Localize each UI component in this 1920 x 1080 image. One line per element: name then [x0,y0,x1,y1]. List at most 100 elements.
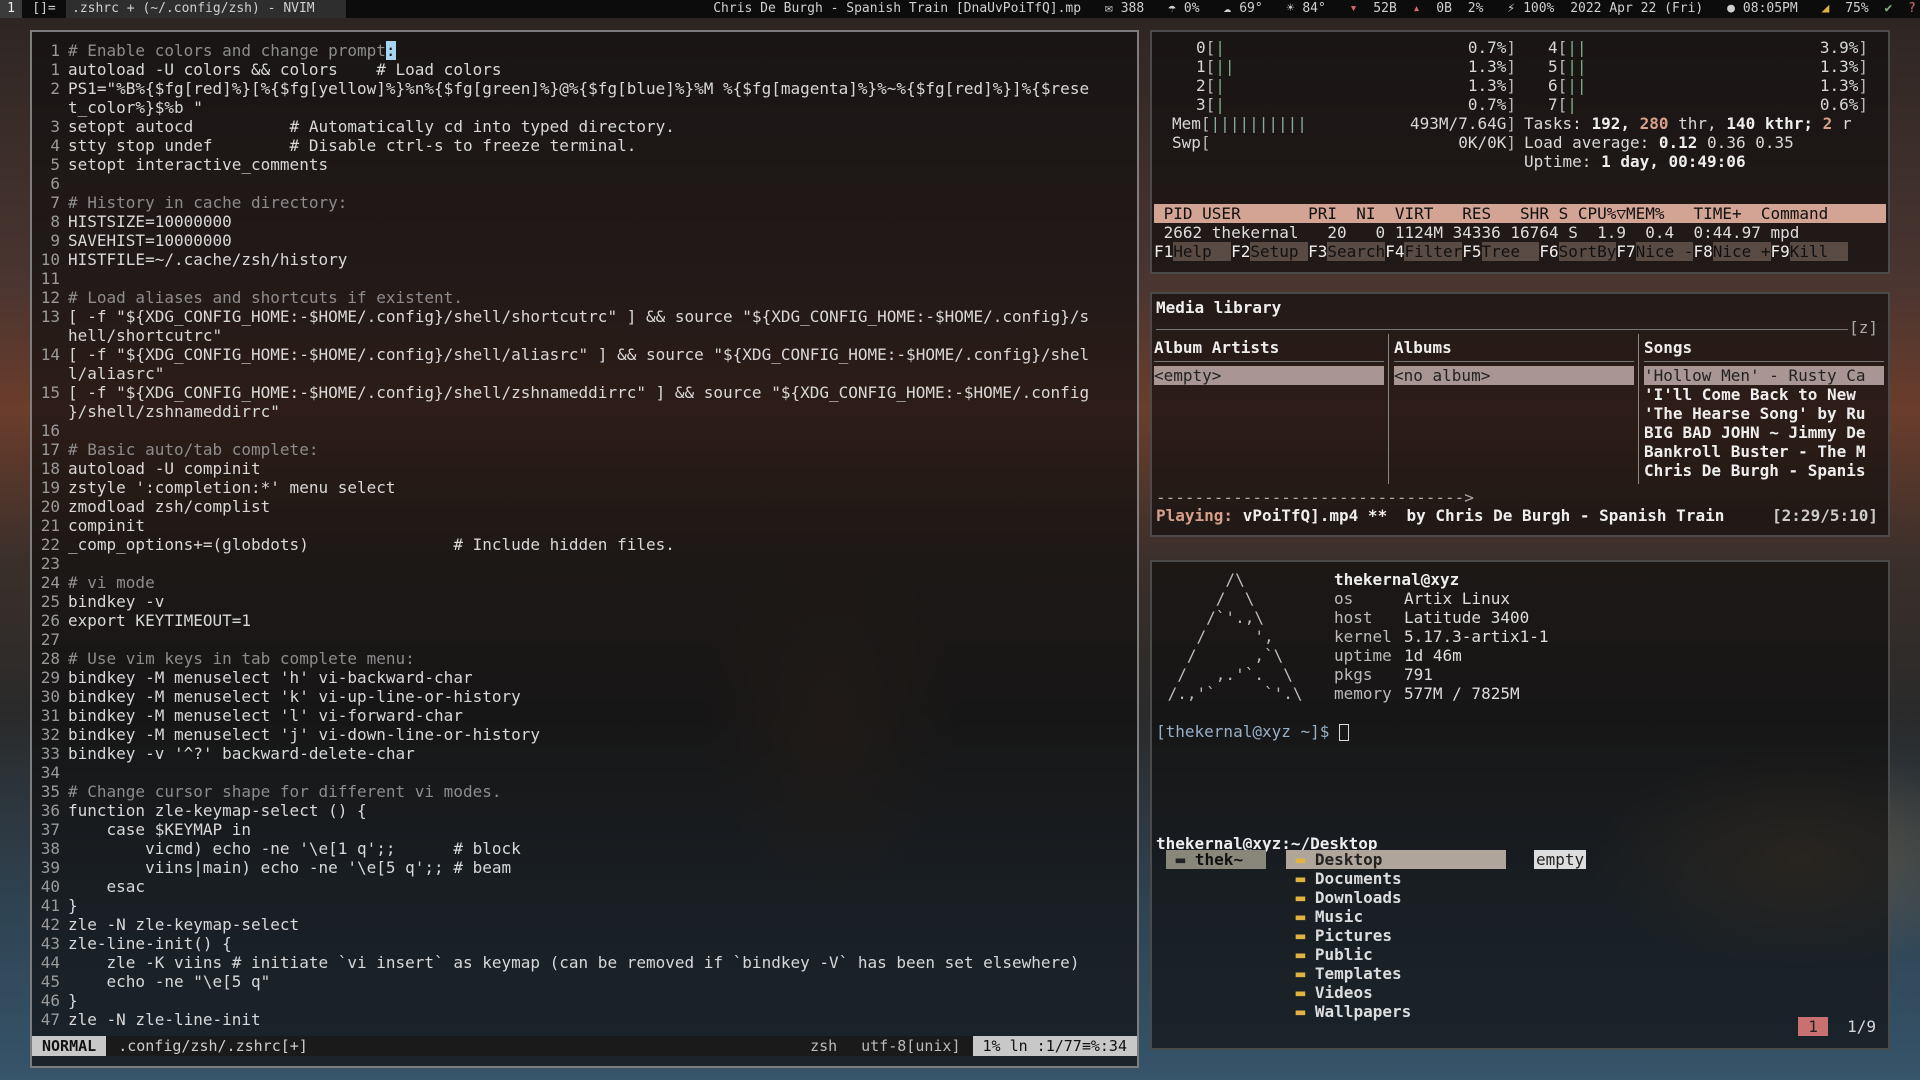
code-line[interactable]: 17 # Basic auto/tab complete: [32,440,1137,459]
function-key-f2[interactable]: F2Setup [1231,242,1309,261]
lf-item[interactable]: ▬ Wallpapers [1286,1002,1506,1021]
song-item[interactable]: Bankroll Buster - The M [1644,442,1884,461]
layout-indicator[interactable]: []= [22,0,66,18]
list-item[interactable]: <empty> [1154,366,1384,385]
code-line[interactable]: 42 zle -N zle-keymap-select [32,915,1137,934]
progress-bar[interactable]: --------------------------------> [1156,488,1474,507]
code-line[interactable]: 27 [32,630,1137,649]
lf-item[interactable]: ▬ Templates [1286,964,1506,983]
code-line[interactable]: 3 setopt autocd # Automatically cd into t… [32,117,1137,136]
function-key-f1[interactable]: F1Help [1154,242,1232,261]
code-line[interactable]: 30 bindkey -M menuselect 'k' vi-up-line-o… [32,687,1137,706]
code-line[interactable]: 1 # Enable colors and change prompt: [32,41,1137,60]
lf-item[interactable]: ▬ Public [1286,945,1506,964]
code-line[interactable]: 43 zle-line-init() { [32,934,1137,953]
code-line[interactable]: }/shell/zshnameddirrc" [32,402,1137,421]
editor-window[interactable]: 1 # Enable colors and change prompt: 1 auto… [30,30,1139,1068]
code-line[interactable]: 31 bindkey -M menuselect 'l' vi-forward-c… [32,706,1137,725]
htop-window[interactable]: 0[| 0.7%] 1[|| 1.3%] 2[| 1.3%] 3[| 0.7%] 4[|| 3.… [1150,30,1890,274]
music-module[interactable]: Chris De Burgh - Spanish Train [DnaUvPoi… [705,0,1081,18]
code-line[interactable]: 15 [ -f "${XDG_CONFIG_HOME:-$HOME/.config… [32,383,1137,402]
song-item[interactable]: Chris De Burgh - Spanis [1644,461,1884,480]
code-line[interactable]: 46} [32,991,1137,1010]
code-line[interactable]: 16 [32,421,1137,440]
lf-item[interactable]: ▬ Music [1286,907,1506,926]
code-line[interactable]: 4 stty stop undef # Disable ctrl-s to fre… [32,136,1137,155]
folder-icon: ▬ [1286,1002,1315,1021]
song-item-selected[interactable]: 'Hollow Men' - Rusty Ca [1644,366,1884,385]
terminal-window[interactable]: /\ / \ /`'.,\ / ', / ,`\ / ,.'`. \ /.,'`… [1150,560,1890,1050]
songs-column[interactable]: Songs 'Hollow Men' - Rusty Ca 'I'll Come… [1644,334,1884,484]
mail-module[interactable]: ✉ 388 [1089,0,1144,18]
process-row[interactable]: 2662 thekernal 20 0 1124M 34336 16764 S … [1154,223,1886,242]
code-line[interactable]: 23 [32,554,1137,573]
code-line[interactable]: 39 viins|main) echo -ne '\e[5 q';; # bea… [32,858,1137,877]
lf-file-list[interactable]: ▬ Desktop ▬ Documents ▬ Downloads ▬ Musi… [1286,850,1506,1021]
code-line[interactable]: 45 echo -ne "\e[5 q" [32,972,1137,991]
code-line[interactable]: 26 export KEYTIMEOUT=1 [32,611,1137,630]
code-line[interactable]: 35 # Change cursor shape for different vi… [32,782,1137,801]
code-line[interactable]: 11 [32,269,1137,288]
code-line[interactable]: 44 zle -K viins # initiate `vi insert` a… [32,953,1137,972]
function-key-f5[interactable]: F5Tree [1462,242,1540,261]
code-line[interactable]: 38 vicmd) echo -ne '\e[1 q';; # block [32,839,1137,858]
code-line[interactable]: 40 esac [32,877,1137,896]
code-line[interactable]: 29 bindkey -M menuselect 'h' vi-backward-… [32,668,1137,687]
code-line[interactable]: 41} [32,896,1137,915]
code-line[interactable]: 19 zstyle ':completion:*' menu select [32,478,1137,497]
lf-item[interactable]: ▬ Desktop [1286,850,1506,869]
workspace-tag[interactable]: 1 [0,0,22,18]
lf-item[interactable]: ▬ Downloads [1286,888,1506,907]
code-line[interactable]: 13 [ -f "${XDG_CONFIG_HOME:-$HOME/.config… [32,307,1137,326]
code-line[interactable]: 28 # Use vim keys in tab complete menu: [32,649,1137,668]
lf-preview: empty [1534,850,1587,869]
code-area[interactable]: 1 # Enable colors and change prompt: 1 auto… [32,41,1137,1029]
code-line[interactable]: 32 bindkey -M menuselect 'j' vi-down-line… [32,725,1137,744]
lf-item[interactable]: ▬ Pictures [1286,926,1506,945]
function-key-f7[interactable]: F7Nice - [1616,242,1694,261]
code-line[interactable]: 34 [32,763,1137,782]
list-item[interactable]: <no album> [1394,366,1634,385]
song-item[interactable]: BIG BAD JOHN ~ Jimmy De [1644,423,1884,442]
lf-item[interactable]: ▬ Videos [1286,983,1506,1002]
code-line[interactable]: 37 case $KEYMAP in [32,820,1137,839]
code-line[interactable]: 22 _comp_options+=(globdots) # Include hi… [32,535,1137,554]
shell-prompt[interactable]: [thekernal@xyz ~]$ [1156,722,1350,741]
code-line[interactable]: 9 SAVEHIST=10000000 [32,231,1137,250]
code-line[interactable]: 24 # vi mode [32,573,1137,592]
code-line[interactable]: 8 HISTSIZE=10000000 [32,212,1137,231]
albums-column[interactable]: Albums <no album> [1394,334,1634,484]
media-library-window[interactable]: Media library [z] Album Artists <empty> … [1150,292,1890,537]
function-key-f4[interactable]: F4Filter [1385,242,1463,261]
code-line[interactable]: t_color%}$%b " [32,98,1137,117]
help-icon[interactable]: ? [1900,0,1920,18]
album-artists-column[interactable]: Album Artists <empty> [1154,334,1384,484]
function-key-f8[interactable]: F8Nice + [1693,242,1771,261]
code-line[interactable]: 2 PS1="%B%{$fg[red]%}[%{$fg[yellow]%}%n%{… [32,79,1137,98]
song-item[interactable]: 'The Hearse Song' by Ru [1644,404,1884,423]
code-line[interactable]: 1 autoload -U colors && colors # Load col… [32,60,1137,79]
code-line[interactable]: 10 HISTFILE=~/.cache/zsh/history [32,250,1137,269]
code-line[interactable]: 6 [32,174,1137,193]
code-line[interactable]: hell/shortcutrc" [32,326,1137,345]
code-line[interactable]: 25 bindkey -v [32,592,1137,611]
function-key-f6[interactable]: F6SortBy [1539,242,1617,261]
volume-module[interactable]: ◢ 75% [1806,0,1869,18]
code-line[interactable]: l/aliasrc" [32,364,1137,383]
code-line[interactable]: 21 compinit [32,516,1137,535]
song-item[interactable]: 'I'll Come Back to New [1644,385,1884,404]
process-table-header[interactable]: PID USER PRI NI VIRT RES SHR S CPU%▽MEM%… [1154,204,1886,223]
code-line[interactable]: 7 # History in cache directory: [32,193,1137,212]
code-line[interactable]: 18 autoload -U compinit [32,459,1137,478]
code-line[interactable]: 47 zle -N zle-line-init [32,1010,1137,1029]
lf-item[interactable]: ▬ Documents [1286,869,1506,888]
code-line[interactable]: 12 # Load aliases and shortcuts if existe… [32,288,1137,307]
lf-parent-dir[interactable]: ▬ thek~ [1166,850,1266,869]
code-line[interactable]: 33 bindkey -v '^?' backward-delete-char [32,744,1137,763]
code-line[interactable]: 14 [ -f "${XDG_CONFIG_HOME:-$HOME/.config… [32,345,1137,364]
code-line[interactable]: 20 zmodload zsh/complist [32,497,1137,516]
function-key-f3[interactable]: F3Search [1308,242,1386,261]
code-line[interactable]: 5 setopt interactive_comments [32,155,1137,174]
function-key-f9[interactable]: F9Kill [1771,242,1848,261]
code-line[interactable]: 36 function zle-keymap-select () { [32,801,1137,820]
